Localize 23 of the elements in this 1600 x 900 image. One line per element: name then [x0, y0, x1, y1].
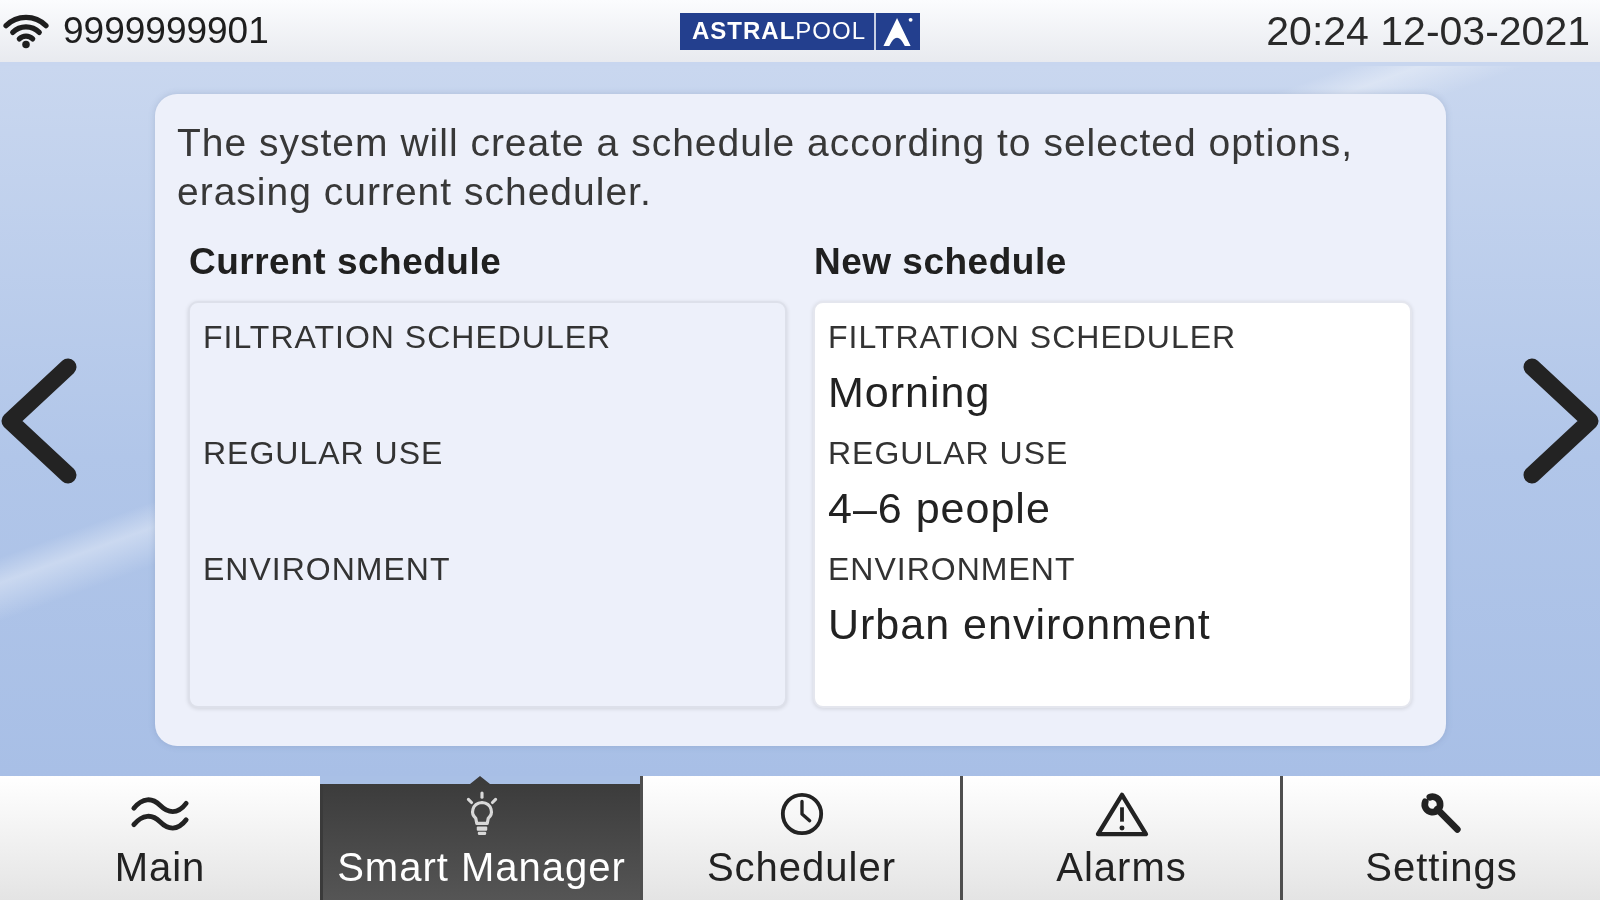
- nav-tab[interactable]: Alarms: [960, 776, 1280, 900]
- nav-tab[interactable]: Scheduler: [640, 776, 960, 900]
- dialog-message: The system will create a schedule according to selected options, erasing current scheduler.: [177, 120, 1355, 215]
- nav-tab[interactable]: Settings: [1280, 776, 1600, 900]
- logo-text: ASTRALPOOL: [692, 16, 867, 46]
- column-heading: New schedule: [813, 240, 1068, 284]
- field-label: ENVIRONMENT: [828, 551, 1076, 587]
- chevron-right-icon[interactable]: [1522, 358, 1600, 484]
- column-heading: Current schedule: [188, 240, 503, 284]
- field-value: Urban environment: [828, 599, 1211, 649]
- field-value: 4–6 people: [828, 483, 1051, 533]
- field-label: FILTRATION SCHEDULER: [828, 319, 1237, 355]
- date-time: 20:24 12-03-2021: [1266, 7, 1591, 55]
- nav-tab[interactable]: Main: [0, 776, 320, 900]
- chevron-left-icon[interactable]: [0, 358, 78, 484]
- nav-tab[interactable]: Smart Manager: [320, 776, 640, 900]
- field-value: Morning: [828, 367, 991, 417]
- field-label: FILTRATION SCHEDULER: [203, 319, 612, 355]
- device-id: 9999999901: [63, 10, 269, 52]
- field-label: REGULAR USE: [828, 435, 1069, 471]
- field-label: ENVIRONMENT: [203, 551, 451, 587]
- field-label: REGULAR USE: [203, 435, 444, 471]
- wifi-icon: [3, 12, 49, 50]
